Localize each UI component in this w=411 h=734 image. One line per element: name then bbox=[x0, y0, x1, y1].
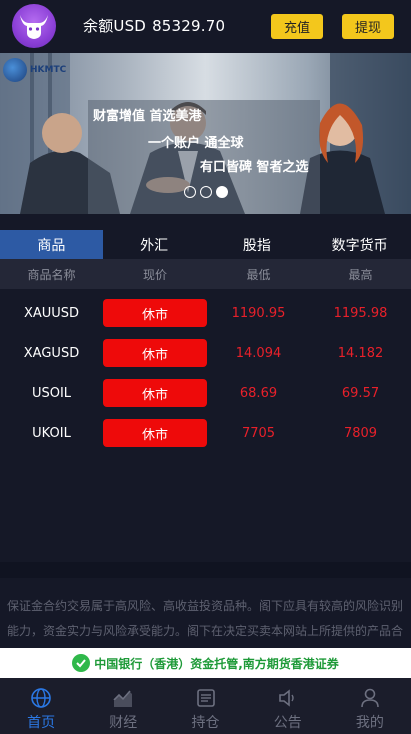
hkmtc-logo: HKMTC bbox=[3, 58, 66, 82]
slogan-line-3: 有口皆碑 智者之选 bbox=[200, 160, 309, 175]
market-closed-button[interactable]: 休市 bbox=[103, 339, 207, 367]
symbol: XAUUSD bbox=[23, 305, 80, 321]
nav-profile[interactable]: 我的 bbox=[329, 678, 411, 734]
chart-icon bbox=[113, 690, 133, 707]
brand-name: HKMTC bbox=[30, 65, 67, 75]
nav-home[interactable]: 首页 bbox=[0, 678, 82, 734]
price-cell: 休市 bbox=[103, 413, 207, 453]
low-value: 14.094 bbox=[235, 345, 282, 361]
carousel-dot-active[interactable] bbox=[216, 186, 228, 198]
col-high-header: 最高 bbox=[348, 267, 373, 282]
table-row[interactable]: USOIL 休市 68.69 69.57 bbox=[0, 373, 411, 413]
speaker-icon bbox=[278, 689, 294, 707]
market-closed-button[interactable]: 休市 bbox=[103, 419, 207, 447]
high-value: 7809 bbox=[343, 425, 378, 441]
account-balance: 余额USD 85329.70 bbox=[83, 15, 225, 36]
col-name-header: 商品名称 bbox=[27, 267, 76, 282]
top-bar: 余额USD 85329.70 充值 提现 bbox=[0, 0, 411, 53]
nav-finance-label: 财经 bbox=[109, 715, 138, 731]
low-value: 7705 bbox=[241, 425, 276, 441]
nav-home-label: 首页 bbox=[27, 715, 56, 731]
high-value: 1195.98 bbox=[333, 305, 388, 321]
quote-table: XAUUSD 休市 1190.95 1195.98 XAGUSD 休市 14.0… bbox=[0, 293, 411, 453]
risk-disclaimer: 保证金合约交易属于高风险、高收益投资品种。阁下应具有较高的风险识别能力，资金实力… bbox=[7, 599, 404, 638]
nav-profile-label: 我的 bbox=[355, 715, 384, 731]
price-cell: 休市 bbox=[103, 333, 207, 373]
nav-finance[interactable]: 财经 bbox=[82, 678, 164, 734]
col-low-header: 最低 bbox=[246, 267, 271, 282]
carousel-dot[interactable] bbox=[184, 186, 196, 198]
slogan-line-2: 一个账户 通全球 bbox=[148, 136, 244, 151]
portfolio-icon bbox=[196, 689, 215, 707]
withdraw-button[interactable]: 提现 bbox=[342, 14, 394, 39]
market-closed-button[interactable]: 休市 bbox=[103, 379, 207, 407]
bull-logo-icon bbox=[12, 4, 56, 48]
balance-value: 85329.70 bbox=[152, 17, 226, 35]
nav-positions-label: 持仓 bbox=[191, 715, 220, 731]
check-shield-icon bbox=[72, 654, 91, 672]
table-row[interactable]: XAUUSD 休市 1190.95 1195.98 bbox=[0, 293, 411, 333]
carousel-dot[interactable] bbox=[200, 186, 212, 198]
bottom-nav: 首页 财经 持仓 公告 我的 bbox=[0, 678, 411, 734]
table-header: 商品名称 现价 最低 最高 bbox=[0, 259, 411, 289]
market-closed-button[interactable]: 休市 bbox=[103, 299, 207, 327]
market-tabs: 商品 外汇 股指 数字货币 bbox=[0, 230, 411, 259]
symbol: XAGUSD bbox=[23, 345, 80, 361]
col-price-header: 现价 bbox=[142, 267, 167, 282]
balance-label: 余额USD bbox=[83, 17, 147, 35]
custody-text: 中国银行（香港）资金托管,南方期货香港证券 bbox=[94, 656, 339, 671]
promo-banner[interactable]: HKMTC 财富增值 首选美港 一个账户 通全球 有口皆碑 智者之选 bbox=[0, 53, 411, 214]
carousel-dots bbox=[184, 186, 228, 198]
nav-announcements[interactable]: 公告 bbox=[247, 678, 329, 734]
high-value: 69.57 bbox=[341, 385, 380, 401]
user-icon bbox=[361, 688, 379, 708]
tab-forex[interactable]: 外汇 bbox=[103, 230, 206, 259]
section-divider bbox=[0, 562, 411, 578]
low-value: 1190.95 bbox=[231, 305, 286, 321]
price-cell: 休市 bbox=[103, 293, 207, 333]
symbol: UKOIL bbox=[32, 425, 71, 441]
tab-commodities[interactable]: 商品 bbox=[0, 230, 103, 259]
price-cell: 休市 bbox=[103, 373, 207, 413]
low-value: 68.69 bbox=[239, 385, 278, 401]
tab-indices[interactable]: 股指 bbox=[206, 230, 309, 259]
globe-icon bbox=[31, 688, 51, 708]
globe-logo-icon bbox=[3, 58, 27, 82]
custody-notice: 中国银行（香港）资金托管,南方期货香港证券 bbox=[0, 648, 411, 678]
deposit-button[interactable]: 充值 bbox=[271, 14, 323, 39]
tab-crypto[interactable]: 数字货币 bbox=[308, 230, 411, 259]
symbol: USOIL bbox=[31, 385, 72, 401]
slogan-line-1: 财富增值 首选美港 bbox=[93, 109, 202, 124]
high-value: 14.182 bbox=[337, 345, 384, 361]
nav-positions[interactable]: 持仓 bbox=[164, 678, 246, 734]
table-row[interactable]: UKOIL 休市 7705 7809 bbox=[0, 413, 411, 453]
nav-announcements-label: 公告 bbox=[273, 715, 302, 731]
table-row[interactable]: XAGUSD 休市 14.094 14.182 bbox=[0, 333, 411, 373]
